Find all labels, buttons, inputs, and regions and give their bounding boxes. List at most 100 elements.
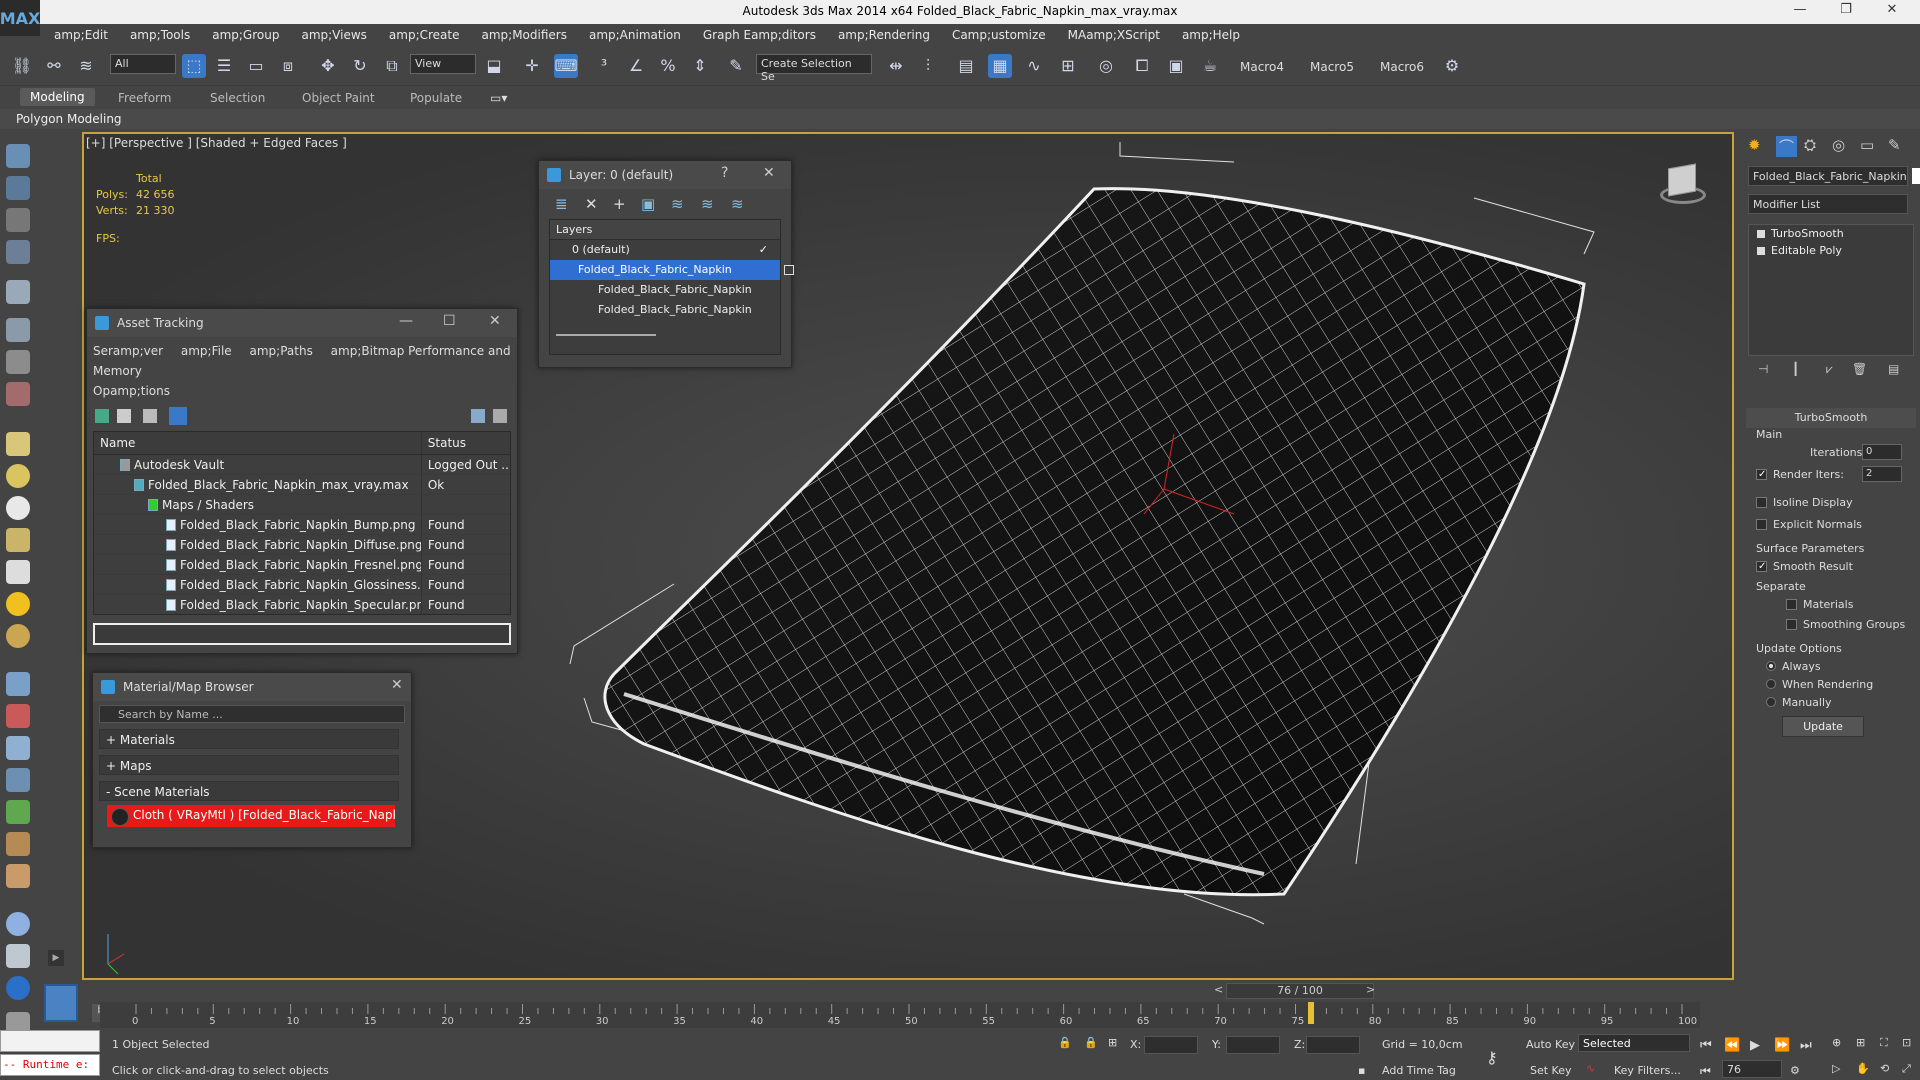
tab-object-paint[interactable]: Object Paint bbox=[302, 91, 375, 105]
goto-end-icon[interactable]: ⏭ bbox=[1800, 1038, 1812, 1053]
track-bar[interactable]: 0 5 10 15 20 25 30 35 40 45 50 55 60 65 70 75 80 85 90 95 10… bbox=[100, 1002, 1700, 1028]
create-tool-icon[interactable] bbox=[6, 280, 30, 304]
table-row[interactable]: Folded_Black_Fabric_Napkin_Fresnel.png F… bbox=[94, 555, 510, 575]
tracking-icon[interactable] bbox=[6, 736, 30, 760]
close-icon[interactable]: ✕ bbox=[1872, 2, 1912, 22]
geosphere-icon[interactable] bbox=[6, 496, 30, 520]
table-row[interactable]: Folded_Black_Fabric_Napkin_Glossiness.pn… bbox=[94, 575, 510, 595]
scene-explorer-icon[interactable] bbox=[6, 912, 30, 936]
layer-row-default[interactable]: 0 (default) ✓ bbox=[550, 240, 780, 260]
viewcube-icon[interactable] bbox=[1656, 162, 1708, 214]
remove-modifier-icon[interactable]: 🗑 bbox=[1852, 362, 1867, 376]
tab-selection[interactable]: Selection bbox=[210, 91, 265, 105]
zoom-extents-icon[interactable]: ⛶ bbox=[1880, 1036, 1888, 1050]
prev-frame-arrow-icon[interactable]: < bbox=[1214, 983, 1226, 999]
systems-icon[interactable] bbox=[6, 768, 30, 792]
configure-sets-icon[interactable]: ▤ bbox=[1888, 362, 1899, 376]
sphere-icon[interactable] bbox=[6, 464, 30, 488]
xref-icon[interactable] bbox=[6, 944, 30, 968]
play-icon[interactable]: ▶ bbox=[1750, 1038, 1760, 1053]
category-materials[interactable]: + Materials bbox=[99, 729, 399, 749]
smooth-result-checkbox[interactable] bbox=[1756, 561, 1767, 572]
scale-icon[interactable]: ⧉ bbox=[380, 54, 404, 78]
close-icon[interactable]: ✕ bbox=[763, 165, 775, 181]
asset-tracking-title-bar[interactable]: Asset Tracking — ☐ ✕ bbox=[87, 309, 517, 337]
table-view-icon[interactable] bbox=[143, 409, 157, 423]
materials-checkbox[interactable] bbox=[1786, 599, 1797, 610]
particles-icon[interactable] bbox=[6, 672, 30, 696]
hierarchy-tab-icon[interactable]: ⛭ bbox=[1804, 136, 1816, 154]
info-icon[interactable] bbox=[493, 409, 507, 423]
menu-group[interactable]: amp;Group bbox=[212, 28, 279, 42]
layer-scrollbar[interactable] bbox=[556, 334, 656, 336]
torus-icon[interactable] bbox=[6, 624, 30, 648]
x-coordinate-field[interactable] bbox=[1144, 1036, 1198, 1054]
mirror-icon[interactable]: ⇹ bbox=[884, 54, 908, 78]
maximize-icon[interactable]: ☐ bbox=[443, 313, 456, 329]
ribbon-options-icon[interactable]: ▭▾ bbox=[490, 91, 507, 105]
add-to-layer-icon[interactable]: + bbox=[613, 195, 626, 213]
angle-snap-icon[interactable]: ∠ bbox=[624, 54, 648, 78]
smoothing-groups-checkbox[interactable] bbox=[1786, 619, 1797, 630]
orbit-icon[interactable]: ⟲ bbox=[1880, 1062, 1889, 1075]
close-icon[interactable]: ✕ bbox=[391, 677, 403, 693]
viewport-label[interactable]: [+] [Perspective ] [Shaded + Edged Faces… bbox=[86, 136, 347, 150]
macro4-button[interactable]: Macro4 bbox=[1240, 60, 1284, 74]
maximize-viewport-icon[interactable]: ⤢ bbox=[1902, 1062, 1911, 1076]
iterations-spinner[interactable]: 0 bbox=[1862, 444, 1902, 460]
list-view-icon[interactable] bbox=[117, 409, 131, 423]
column-name[interactable]: Name bbox=[94, 432, 421, 454]
pin-stack-icon[interactable]: ⊣ bbox=[1758, 362, 1768, 376]
close-icon[interactable]: ✕ bbox=[489, 313, 501, 329]
restore-icon[interactable]: ❐ bbox=[1826, 2, 1866, 22]
teapot-primitive-icon[interactable] bbox=[6, 528, 30, 552]
table-row[interactable]: Autodesk Vault Logged Out ... bbox=[94, 455, 510, 475]
expand-arrow-icon[interactable]: ▶ bbox=[48, 950, 64, 966]
curve-editor-icon[interactable]: ∿ bbox=[1022, 54, 1046, 78]
tab-freeform[interactable]: Freeform bbox=[118, 91, 171, 105]
help-icon[interactable]: ? bbox=[721, 165, 728, 181]
always-radio[interactable] bbox=[1766, 661, 1776, 671]
z-coordinate-field[interactable] bbox=[1306, 1036, 1360, 1054]
search-input[interactable]: Search by Name ... bbox=[99, 705, 405, 723]
select-manipulate-icon[interactable]: ✛ bbox=[520, 54, 544, 78]
key-set-dropdown[interactable]: Selected bbox=[1578, 1034, 1690, 1052]
absolute-mode-icon[interactable]: ⊞ bbox=[1108, 1036, 1117, 1049]
layer-explorer-icon[interactable]: ▤ bbox=[954, 54, 978, 78]
material-browser-title-bar[interactable]: Material/Map Browser ✕ bbox=[93, 673, 411, 701]
active-layer-check-icon[interactable]: ✓ bbox=[759, 243, 768, 256]
current-frame-field[interactable]: 76 bbox=[1722, 1060, 1782, 1078]
auto-key-button[interactable]: Auto Key bbox=[1526, 1038, 1575, 1051]
refresh-icon[interactable] bbox=[95, 409, 109, 423]
object-name-field[interactable]: Folded_Black_Fabric_Napkin bbox=[1748, 166, 1908, 186]
y-coordinate-field[interactable] bbox=[1226, 1036, 1280, 1054]
turbosmooth-rollout-header[interactable]: TurboSmooth bbox=[1746, 408, 1916, 428]
runtime-error-field[interactable]: -- Runtime e: bbox=[0, 1054, 100, 1076]
hair-icon[interactable] bbox=[6, 832, 30, 856]
menu-modifiers[interactable]: amp;Modifiers bbox=[481, 28, 566, 42]
current-frame-marker[interactable] bbox=[1307, 1002, 1314, 1024]
set-key-button[interactable]: Set Key bbox=[1530, 1064, 1572, 1077]
layer-title-bar[interactable]: Layer: 0 (default) ? ✕ bbox=[539, 161, 791, 189]
isolate-icon[interactable]: 🔒 bbox=[1084, 1036, 1098, 1049]
table-row[interactable]: Maps / Shaders bbox=[94, 495, 510, 515]
menu-paths[interactable]: amp;Paths bbox=[250, 344, 313, 358]
menu-customize[interactable]: Camp;ustomize bbox=[952, 28, 1046, 42]
next-key-icon[interactable]: ⏩ bbox=[1774, 1038, 1790, 1053]
when-rendering-radio[interactable] bbox=[1766, 679, 1776, 689]
dynamics-icon[interactable] bbox=[6, 704, 30, 728]
scene-material-item[interactable]: Cloth ( VRayMtl ) [Folded_Black_Fabric_N… bbox=[107, 805, 395, 827]
link-icon[interactable]: ⛓ bbox=[10, 54, 34, 78]
minimize-icon[interactable]: — bbox=[1780, 2, 1820, 22]
pan-icon[interactable]: ✋ bbox=[1856, 1062, 1870, 1075]
menu-options[interactable]: Opamp;tions bbox=[93, 384, 170, 398]
grid-view-icon[interactable] bbox=[169, 407, 187, 425]
lock-selection-icon[interactable]: 🔒 bbox=[1058, 1036, 1072, 1049]
menu-edit[interactable]: amp;Edit bbox=[54, 28, 108, 42]
category-scene-materials[interactable]: - Scene Materials bbox=[99, 781, 399, 801]
percent-snap-icon[interactable]: % bbox=[656, 54, 680, 78]
move-icon[interactable]: ✥ bbox=[316, 54, 340, 78]
window-crossing-icon[interactable]: ⧈ bbox=[276, 54, 300, 78]
snap-toggle-icon[interactable]: ³ bbox=[592, 54, 616, 78]
foliage-icon[interactable] bbox=[6, 800, 30, 824]
